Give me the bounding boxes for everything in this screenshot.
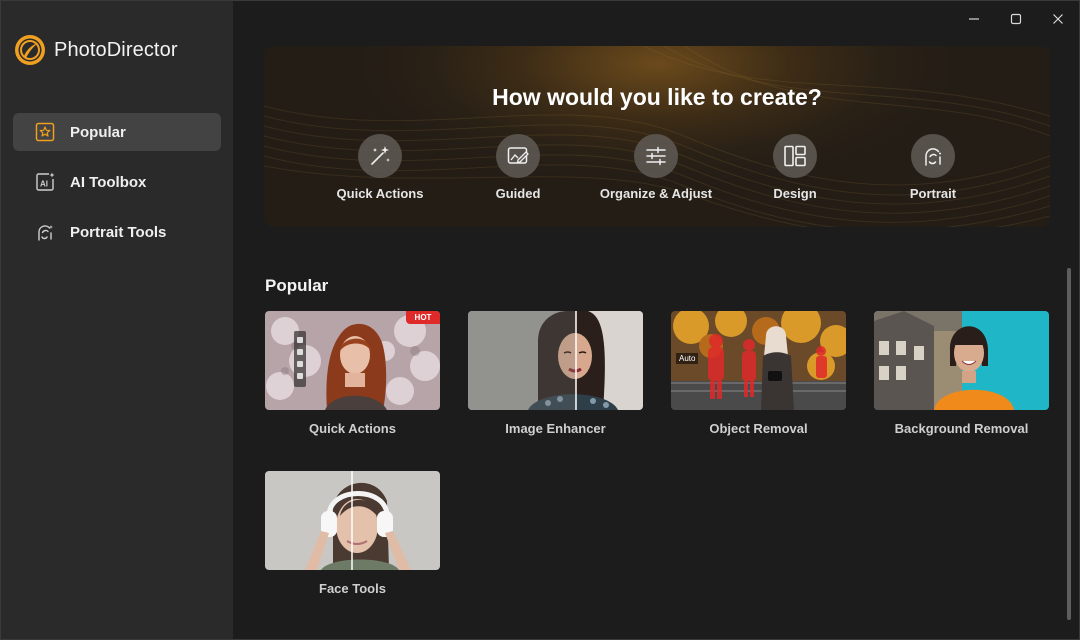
maximize-icon (1010, 13, 1022, 25)
option-label: Organize & Adjust (599, 186, 713, 201)
section-title-popular: Popular (265, 276, 329, 295)
face-tools-thumbnail-image (265, 471, 440, 570)
sidebar-nav: Popular AI AI Toolbox Portrait Tools (13, 113, 221, 263)
background-removal-thumbnail-image (874, 311, 1049, 410)
card-label: Image Enhancer (505, 421, 606, 436)
sidebar-item-label: Popular (70, 123, 126, 141)
hot-badge: HOT (406, 311, 440, 324)
option-icon-circle (358, 134, 402, 178)
option-label: Design (773, 186, 817, 201)
card-thumbnail: HOT (265, 311, 440, 410)
star-icon (35, 122, 55, 142)
guided-icon (507, 147, 529, 164)
card-label: Object Removal (709, 421, 808, 436)
sidebar-item-popular[interactable]: Popular (13, 113, 221, 151)
card-label: Face Tools (319, 581, 386, 596)
app-name: PhotoDirector (54, 38, 178, 61)
magic-wand-icon (371, 146, 390, 165)
photodirector-logo-icon (15, 35, 45, 65)
card-thumbnail: Auto (671, 311, 846, 410)
svg-text:AI: AI (40, 180, 48, 189)
option-label: Quick Actions (336, 186, 424, 201)
window-controls (953, 7, 1079, 31)
option-design[interactable]: Design (725, 134, 865, 201)
option-icon-circle (634, 134, 678, 178)
option-quick-actions[interactable]: Quick Actions (310, 134, 450, 201)
sidebar-item-portrait-tools[interactable]: Portrait Tools (13, 213, 221, 251)
photodirector-window: PhotoDirector Popular AI AI Toolbox Port… (0, 0, 1080, 640)
quick-actions-thumbnail-image (265, 311, 440, 410)
card-label: Quick Actions (309, 421, 396, 436)
card-object-removal[interactable]: Auto Object Removal (671, 311, 846, 436)
close-button[interactable] (1037, 7, 1079, 31)
sidebar: PhotoDirector Popular AI AI Toolbox Port… (1, 1, 233, 639)
layout-icon (784, 145, 806, 167)
option-label: Guided (495, 186, 541, 201)
card-quick-actions[interactable]: HOT Quick Actions (265, 311, 440, 436)
content-scrollbar[interactable] (1067, 268, 1071, 620)
sidebar-item-label: AI Toolbox (70, 173, 147, 191)
image-enhancer-thumbnail-image (468, 311, 643, 410)
card-face-tools[interactable]: Face Tools (265, 471, 440, 596)
ai-icon: AI (36, 172, 55, 191)
maximize-button[interactable] (995, 7, 1037, 31)
sidebar-item-ai-toolbox[interactable]: AI AI Toolbox (13, 163, 221, 201)
card-background-removal[interactable]: Background Removal (874, 311, 1049, 436)
option-label: Portrait (909, 186, 957, 201)
portrait-icon (925, 148, 941, 166)
card-thumbnail (265, 471, 440, 570)
sliders-icon (646, 146, 666, 166)
minimize-icon (969, 18, 979, 20)
banner-title: How would you like to create? (492, 84, 822, 110)
create-banner: How would you like to create? Quick Acti… (264, 46, 1050, 227)
option-organize-adjust[interactable]: Organize & Adjust (586, 134, 726, 201)
brand: PhotoDirector (13, 32, 178, 68)
card-image-enhancer[interactable]: Image Enhancer (468, 311, 643, 436)
option-portrait[interactable]: Portrait (863, 134, 1003, 201)
portrait-icon (38, 225, 53, 241)
card-thumbnail (874, 311, 1049, 410)
option-icon-circle (496, 134, 540, 178)
card-thumbnail (468, 311, 643, 410)
card-label: Background Removal (894, 421, 1029, 436)
option-icon-circle (911, 134, 955, 178)
close-icon (1053, 14, 1063, 24)
sidebar-item-label: Portrait Tools (70, 223, 167, 241)
option-guided[interactable]: Guided (448, 134, 588, 201)
option-icon-circle (773, 134, 817, 178)
minimize-button[interactable] (953, 7, 995, 31)
auto-tag: Auto (676, 353, 699, 364)
